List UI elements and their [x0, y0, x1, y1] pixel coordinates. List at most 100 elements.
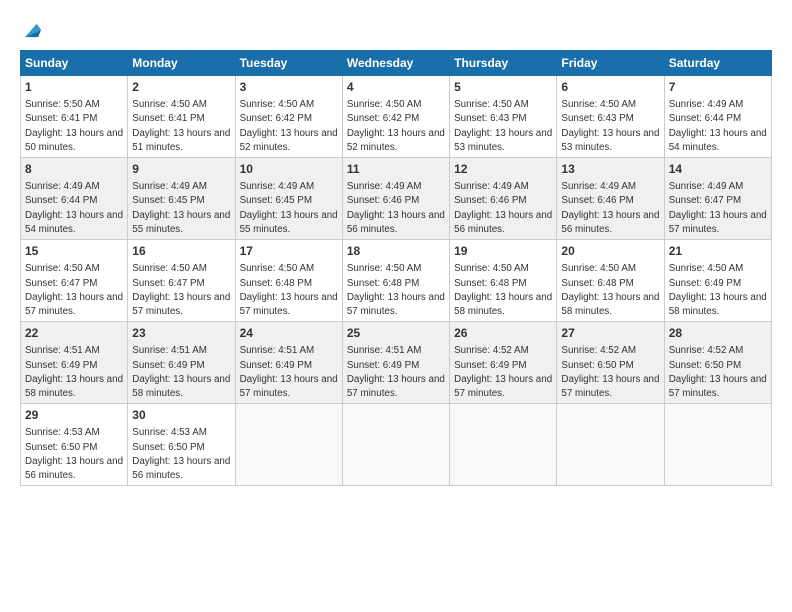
- day-number: 13: [561, 161, 659, 177]
- calendar-cell: 3 Sunrise: 4:50 AMSunset: 6:42 PMDayligh…: [235, 76, 342, 158]
- day-number: 5: [454, 79, 552, 95]
- day-info: Sunrise: 4:51 AMSunset: 6:49 PMDaylight:…: [347, 345, 445, 399]
- calendar-cell: 22 Sunrise: 4:51 AMSunset: 6:49 PMDaylig…: [21, 322, 128, 404]
- day-number: 23: [132, 325, 230, 341]
- calendar-cell: 1 Sunrise: 5:50 AMSunset: 6:41 PMDayligh…: [21, 76, 128, 158]
- calendar-cell: 12 Sunrise: 4:49 AMSunset: 6:46 PMDaylig…: [450, 158, 557, 240]
- calendar-cell: 11 Sunrise: 4:49 AMSunset: 6:46 PMDaylig…: [342, 158, 449, 240]
- day-number: 22: [25, 325, 123, 341]
- day-number: 25: [347, 325, 445, 341]
- calendar-cell: 25 Sunrise: 4:51 AMSunset: 6:49 PMDaylig…: [342, 322, 449, 404]
- calendar-table: SundayMondayTuesdayWednesdayThursdayFrid…: [20, 50, 772, 486]
- day-info: Sunrise: 4:52 AMSunset: 6:50 PMDaylight:…: [669, 345, 767, 399]
- day-info: Sunrise: 4:53 AMSunset: 6:50 PMDaylight:…: [132, 427, 230, 481]
- day-number: 20: [561, 243, 659, 259]
- day-info: Sunrise: 4:49 AMSunset: 6:44 PMDaylight:…: [669, 99, 767, 153]
- weekday-header-friday: Friday: [557, 51, 664, 76]
- calendar-cell: 18 Sunrise: 4:50 AMSunset: 6:48 PMDaylig…: [342, 240, 449, 322]
- day-number: 14: [669, 161, 767, 177]
- calendar-cell: 17 Sunrise: 4:50 AMSunset: 6:48 PMDaylig…: [235, 240, 342, 322]
- day-number: 15: [25, 243, 123, 259]
- weekday-header-wednesday: Wednesday: [342, 51, 449, 76]
- day-number: 10: [240, 161, 338, 177]
- calendar-body: 1 Sunrise: 5:50 AMSunset: 6:41 PMDayligh…: [21, 76, 772, 486]
- day-info: Sunrise: 4:50 AMSunset: 6:43 PMDaylight:…: [561, 99, 659, 153]
- day-info: Sunrise: 4:52 AMSunset: 6:50 PMDaylight:…: [561, 345, 659, 399]
- day-number: 30: [132, 407, 230, 423]
- calendar-cell: [235, 404, 342, 486]
- day-info: Sunrise: 4:50 AMSunset: 6:47 PMDaylight:…: [25, 263, 123, 317]
- calendar-cell: 23 Sunrise: 4:51 AMSunset: 6:49 PMDaylig…: [128, 322, 235, 404]
- day-number: 24: [240, 325, 338, 341]
- day-info: Sunrise: 4:50 AMSunset: 6:48 PMDaylight:…: [240, 263, 338, 317]
- weekday-header-saturday: Saturday: [664, 51, 771, 76]
- calendar-cell: 16 Sunrise: 4:50 AMSunset: 6:47 PMDaylig…: [128, 240, 235, 322]
- day-number: 11: [347, 161, 445, 177]
- day-info: Sunrise: 4:51 AMSunset: 6:49 PMDaylight:…: [25, 345, 123, 399]
- day-number: 21: [669, 243, 767, 259]
- day-number: 29: [25, 407, 123, 423]
- calendar-cell: [664, 404, 771, 486]
- weekday-header-thursday: Thursday: [450, 51, 557, 76]
- day-number: 3: [240, 79, 338, 95]
- day-number: 2: [132, 79, 230, 95]
- calendar-cell: [450, 404, 557, 486]
- calendar-week-3: 15 Sunrise: 4:50 AMSunset: 6:47 PMDaylig…: [21, 240, 772, 322]
- calendar-week-1: 1 Sunrise: 5:50 AMSunset: 6:41 PMDayligh…: [21, 76, 772, 158]
- day-info: Sunrise: 4:51 AMSunset: 6:49 PMDaylight:…: [132, 345, 230, 399]
- calendar-week-4: 22 Sunrise: 4:51 AMSunset: 6:49 PMDaylig…: [21, 322, 772, 404]
- day-info: Sunrise: 4:49 AMSunset: 6:46 PMDaylight:…: [454, 181, 552, 235]
- day-info: Sunrise: 5:50 AMSunset: 6:41 PMDaylight:…: [25, 99, 123, 153]
- day-info: Sunrise: 4:50 AMSunset: 6:41 PMDaylight:…: [132, 99, 230, 153]
- calendar-cell: 14 Sunrise: 4:49 AMSunset: 6:47 PMDaylig…: [664, 158, 771, 240]
- day-number: 12: [454, 161, 552, 177]
- day-info: Sunrise: 4:53 AMSunset: 6:50 PMDaylight:…: [25, 427, 123, 481]
- day-number: 4: [347, 79, 445, 95]
- calendar-cell: 27 Sunrise: 4:52 AMSunset: 6:50 PMDaylig…: [557, 322, 664, 404]
- day-info: Sunrise: 4:49 AMSunset: 6:45 PMDaylight:…: [240, 181, 338, 235]
- calendar-cell: 29 Sunrise: 4:53 AMSunset: 6:50 PMDaylig…: [21, 404, 128, 486]
- calendar-cell: 24 Sunrise: 4:51 AMSunset: 6:49 PMDaylig…: [235, 322, 342, 404]
- calendar-cell: 13 Sunrise: 4:49 AMSunset: 6:46 PMDaylig…: [557, 158, 664, 240]
- calendar-cell: 26 Sunrise: 4:52 AMSunset: 6:49 PMDaylig…: [450, 322, 557, 404]
- day-info: Sunrise: 4:50 AMSunset: 6:49 PMDaylight:…: [669, 263, 767, 317]
- day-number: 19: [454, 243, 552, 259]
- day-number: 18: [347, 243, 445, 259]
- calendar-cell: [342, 404, 449, 486]
- day-info: Sunrise: 4:52 AMSunset: 6:49 PMDaylight:…: [454, 345, 552, 399]
- header: [20, 18, 772, 40]
- day-info: Sunrise: 4:49 AMSunset: 6:45 PMDaylight:…: [132, 181, 230, 235]
- day-info: Sunrise: 4:50 AMSunset: 6:43 PMDaylight:…: [454, 99, 552, 153]
- day-info: Sunrise: 4:49 AMSunset: 6:47 PMDaylight:…: [669, 181, 767, 235]
- weekday-header-monday: Monday: [128, 51, 235, 76]
- day-info: Sunrise: 4:51 AMSunset: 6:49 PMDaylight:…: [240, 345, 338, 399]
- day-info: Sunrise: 4:49 AMSunset: 6:44 PMDaylight:…: [25, 181, 123, 235]
- day-info: Sunrise: 4:50 AMSunset: 6:48 PMDaylight:…: [561, 263, 659, 317]
- day-number: 7: [669, 79, 767, 95]
- day-info: Sunrise: 4:50 AMSunset: 6:42 PMDaylight:…: [240, 99, 338, 153]
- calendar-cell: 4 Sunrise: 4:50 AMSunset: 6:42 PMDayligh…: [342, 76, 449, 158]
- logo: [20, 18, 44, 40]
- calendar-cell: 20 Sunrise: 4:50 AMSunset: 6:48 PMDaylig…: [557, 240, 664, 322]
- calendar-cell: 7 Sunrise: 4:49 AMSunset: 6:44 PMDayligh…: [664, 76, 771, 158]
- calendar-week-5: 29 Sunrise: 4:53 AMSunset: 6:50 PMDaylig…: [21, 404, 772, 486]
- calendar-cell: 21 Sunrise: 4:50 AMSunset: 6:49 PMDaylig…: [664, 240, 771, 322]
- calendar-cell: 28 Sunrise: 4:52 AMSunset: 6:50 PMDaylig…: [664, 322, 771, 404]
- day-number: 27: [561, 325, 659, 341]
- calendar-cell: 6 Sunrise: 4:50 AMSunset: 6:43 PMDayligh…: [557, 76, 664, 158]
- weekday-header-sunday: Sunday: [21, 51, 128, 76]
- calendar-cell: 30 Sunrise: 4:53 AMSunset: 6:50 PMDaylig…: [128, 404, 235, 486]
- day-number: 1: [25, 79, 123, 95]
- day-number: 17: [240, 243, 338, 259]
- calendar-cell: 8 Sunrise: 4:49 AMSunset: 6:44 PMDayligh…: [21, 158, 128, 240]
- calendar-cell: 10 Sunrise: 4:49 AMSunset: 6:45 PMDaylig…: [235, 158, 342, 240]
- calendar-cell: 2 Sunrise: 4:50 AMSunset: 6:41 PMDayligh…: [128, 76, 235, 158]
- day-info: Sunrise: 4:50 AMSunset: 6:48 PMDaylight:…: [347, 263, 445, 317]
- weekday-header-tuesday: Tuesday: [235, 51, 342, 76]
- calendar-cell: 15 Sunrise: 4:50 AMSunset: 6:47 PMDaylig…: [21, 240, 128, 322]
- day-info: Sunrise: 4:50 AMSunset: 6:42 PMDaylight:…: [347, 99, 445, 153]
- calendar-week-2: 8 Sunrise: 4:49 AMSunset: 6:44 PMDayligh…: [21, 158, 772, 240]
- day-number: 16: [132, 243, 230, 259]
- day-info: Sunrise: 4:50 AMSunset: 6:48 PMDaylight:…: [454, 263, 552, 317]
- calendar-cell: 19 Sunrise: 4:50 AMSunset: 6:48 PMDaylig…: [450, 240, 557, 322]
